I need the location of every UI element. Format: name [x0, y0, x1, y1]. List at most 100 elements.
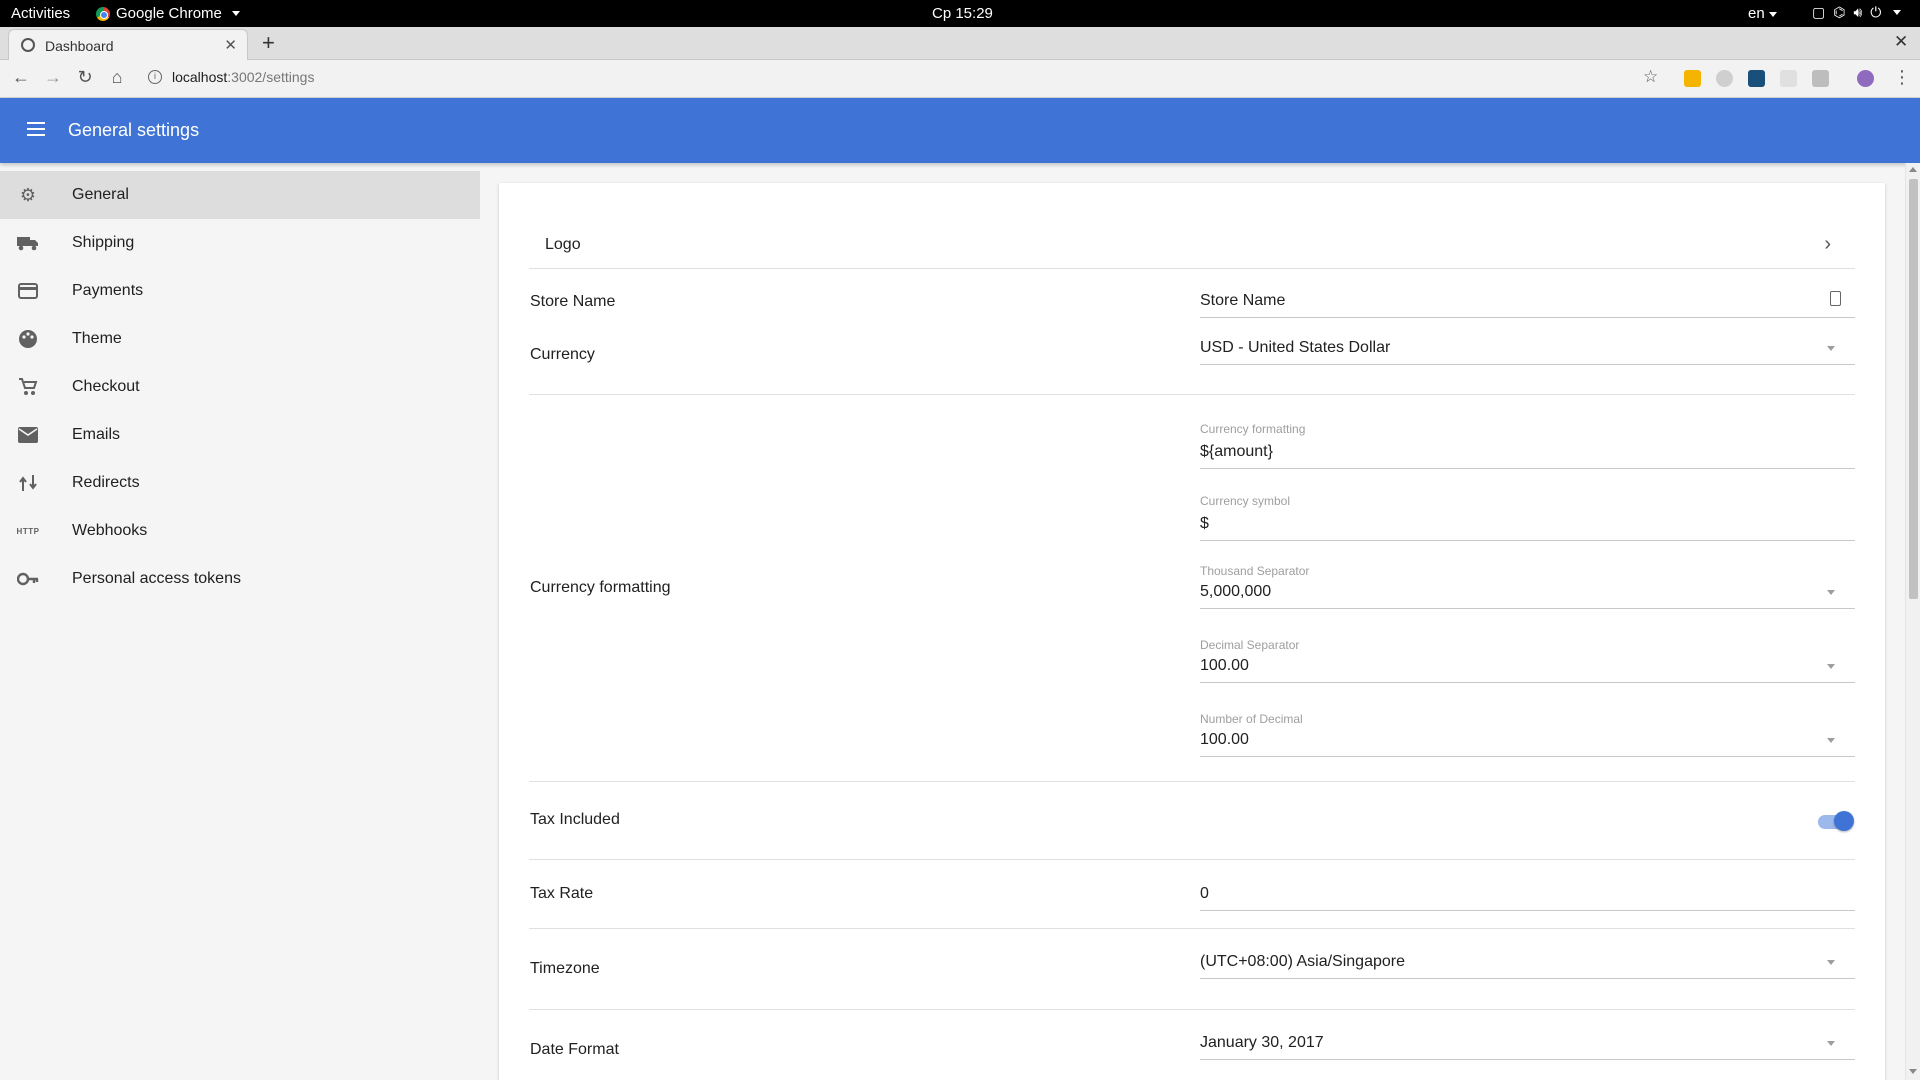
tax-rate-field[interactable]: 0: [1200, 884, 1855, 911]
timezone-select[interactable]: (UTC+08:00) Asia/Singapore: [1200, 952, 1855, 979]
tab-title: Dashboard: [45, 38, 114, 54]
mail-icon: [16, 423, 40, 447]
app-menu[interactable]: Google Chrome: [96, 5, 240, 22]
divider: [529, 781, 1855, 782]
scroll-down-icon[interactable]: [1909, 1069, 1917, 1074]
extension-camera-icon[interactable]: [1812, 70, 1829, 87]
language-label: en: [1748, 5, 1765, 22]
home-icon[interactable]: ⌂: [106, 67, 128, 88]
http-icon: HTTP: [16, 526, 40, 536]
clock[interactable]: Ср 15:29: [932, 5, 993, 22]
currency-select-value[interactable]: USD - United States Dollar: [1200, 338, 1855, 365]
reload-icon[interactable]: ↻: [74, 67, 96, 88]
window-close-button[interactable]: ✕: [1894, 32, 1908, 52]
currency-symbol-input[interactable]: $: [1200, 514, 1855, 541]
number-of-decimal-value[interactable]: 100.00: [1200, 730, 1855, 757]
chevron-down-icon: [1827, 346, 1835, 351]
credit-card-icon: [16, 279, 40, 303]
scrollbar-thumb[interactable]: [1909, 179, 1918, 599]
extension-react-icon[interactable]: [1748, 70, 1765, 87]
browser-tab[interactable]: Dashboard ✕: [8, 29, 248, 60]
forward-arrow-icon[interactable]: →: [42, 67, 64, 88]
tax-included-toggle[interactable]: [1818, 810, 1854, 831]
language-indicator[interactable]: en: [1748, 5, 1777, 22]
sidebar-item-emails[interactable]: Emails: [0, 411, 480, 459]
key-icon: [16, 567, 40, 591]
chevron-down-icon: [1827, 960, 1835, 965]
address-bar[interactable]: i localhost:3002/settings: [148, 69, 314, 85]
sidebar-item-label: Shipping: [72, 234, 135, 251]
currency-formatting-field[interactable]: Currency formatting ${amount}: [1200, 422, 1855, 469]
decimal-separator-value[interactable]: 100.00: [1200, 656, 1855, 683]
sidebar-item-label: Webhooks: [72, 522, 148, 539]
sidebar-item-theme[interactable]: Theme: [0, 315, 480, 363]
number-of-decimal-select[interactable]: Number of Decimal 100.00: [1200, 712, 1855, 757]
back-arrow-icon[interactable]: ←: [10, 67, 32, 88]
browser-toolbar: ← → ↻ ⌂ i localhost:3002/settings ☆ ⋮: [0, 60, 1920, 98]
extension-notes-icon[interactable]: [1684, 70, 1701, 87]
tax-rate-input[interactable]: 0: [1200, 884, 1855, 911]
thousand-separator-value[interactable]: 5,000,000: [1200, 582, 1855, 609]
sidebar-item-shipping[interactable]: Shipping: [0, 219, 480, 267]
extension-globe-icon[interactable]: [1716, 70, 1733, 87]
chevron-down-icon: [1768, 11, 1777, 17]
decimal-separator-select[interactable]: Decimal Separator 100.00: [1200, 638, 1855, 683]
field-label: Decimal Separator: [1200, 638, 1300, 652]
currency-symbol-field[interactable]: Currency symbol $: [1200, 494, 1855, 541]
divider: [529, 394, 1855, 395]
browser-menu-icon[interactable]: ⋮: [1893, 67, 1911, 88]
chevron-down-icon: [1827, 1041, 1835, 1046]
browser-tab-strip: Dashboard ✕ + ✕: [0, 27, 1920, 60]
divider: [529, 928, 1855, 929]
chevron-down-icon: [231, 11, 240, 16]
truck-icon: [16, 231, 40, 255]
thousand-separator-select[interactable]: Thousand Separator 5,000,000: [1200, 564, 1855, 609]
currency-select[interactable]: USD - United States Dollar: [1200, 338, 1855, 365]
tax-rate-label: Tax Rate: [530, 885, 594, 902]
url-text: localhost:3002/settings: [172, 69, 314, 85]
logo-row[interactable]: Logo ›: [529, 223, 1855, 268]
store-name-label: Store Name: [530, 293, 616, 310]
new-tab-button[interactable]: +: [262, 30, 275, 56]
sidebar-item-label: Payments: [72, 282, 144, 299]
currency-formatting-input[interactable]: ${amount}: [1200, 442, 1855, 469]
field-label: Currency symbol: [1200, 494, 1291, 508]
palette-icon: [16, 327, 40, 351]
divider: [529, 859, 1855, 860]
store-name-input[interactable]: Store Name: [1200, 291, 1855, 318]
sidebar-item-webhooks[interactable]: HTTP Webhooks: [0, 507, 480, 555]
sidebar-item-personal-access-tokens[interactable]: Personal access tokens: [0, 555, 480, 603]
sidebar-item-label: Theme: [72, 330, 122, 347]
tab-close-icon[interactable]: ✕: [224, 36, 237, 54]
chrome-icon: [96, 6, 110, 21]
page-scrollbar[interactable]: [1905, 163, 1920, 1080]
bookmark-star-icon[interactable]: ☆: [1643, 67, 1658, 87]
sidebar-item-redirects[interactable]: Redirects: [0, 459, 480, 507]
chevron-down-icon: [1827, 590, 1835, 595]
app-bar: General settings: [0, 98, 1920, 163]
sidebar-item-label: Redirects: [72, 474, 140, 491]
extension-puzzle-icon[interactable]: [1780, 70, 1797, 87]
chevron-down-icon: [1827, 664, 1835, 669]
field-label: Number of Decimal: [1200, 712, 1303, 726]
timezone-select-value[interactable]: (UTC+08:00) Asia/Singapore: [1200, 952, 1855, 979]
system-tray[interactable]: ▢ ⌬ 🔊︎ ⏻: [1812, 4, 1902, 21]
sidebar-item-payments[interactable]: Payments: [0, 267, 480, 315]
chevron-down-icon: [1827, 738, 1835, 743]
store-name-field[interactable]: Store Name: [1200, 291, 1855, 318]
divider: [529, 268, 1855, 269]
profile-avatar[interactable]: [1857, 70, 1874, 87]
settings-sidebar: ⚙ General Shipping Payments Theme Checko…: [0, 171, 480, 603]
date-format-select-value[interactable]: January 30, 2017: [1200, 1033, 1855, 1060]
scroll-up-icon[interactable]: [1909, 167, 1917, 172]
divider: [529, 1009, 1855, 1010]
sidebar-item-label: Personal access tokens: [72, 570, 241, 587]
date-format-select[interactable]: January 30, 2017: [1200, 1033, 1855, 1060]
sidebar-item-general[interactable]: ⚙ General: [0, 171, 480, 219]
logo-label: Logo: [545, 236, 581, 253]
info-icon[interactable]: i: [148, 70, 162, 84]
hamburger-menu-icon[interactable]: [27, 122, 45, 136]
sidebar-item-checkout[interactable]: Checkout: [0, 363, 480, 411]
gear-icon: ⚙: [19, 184, 37, 205]
activities-button[interactable]: Activities: [11, 5, 70, 22]
